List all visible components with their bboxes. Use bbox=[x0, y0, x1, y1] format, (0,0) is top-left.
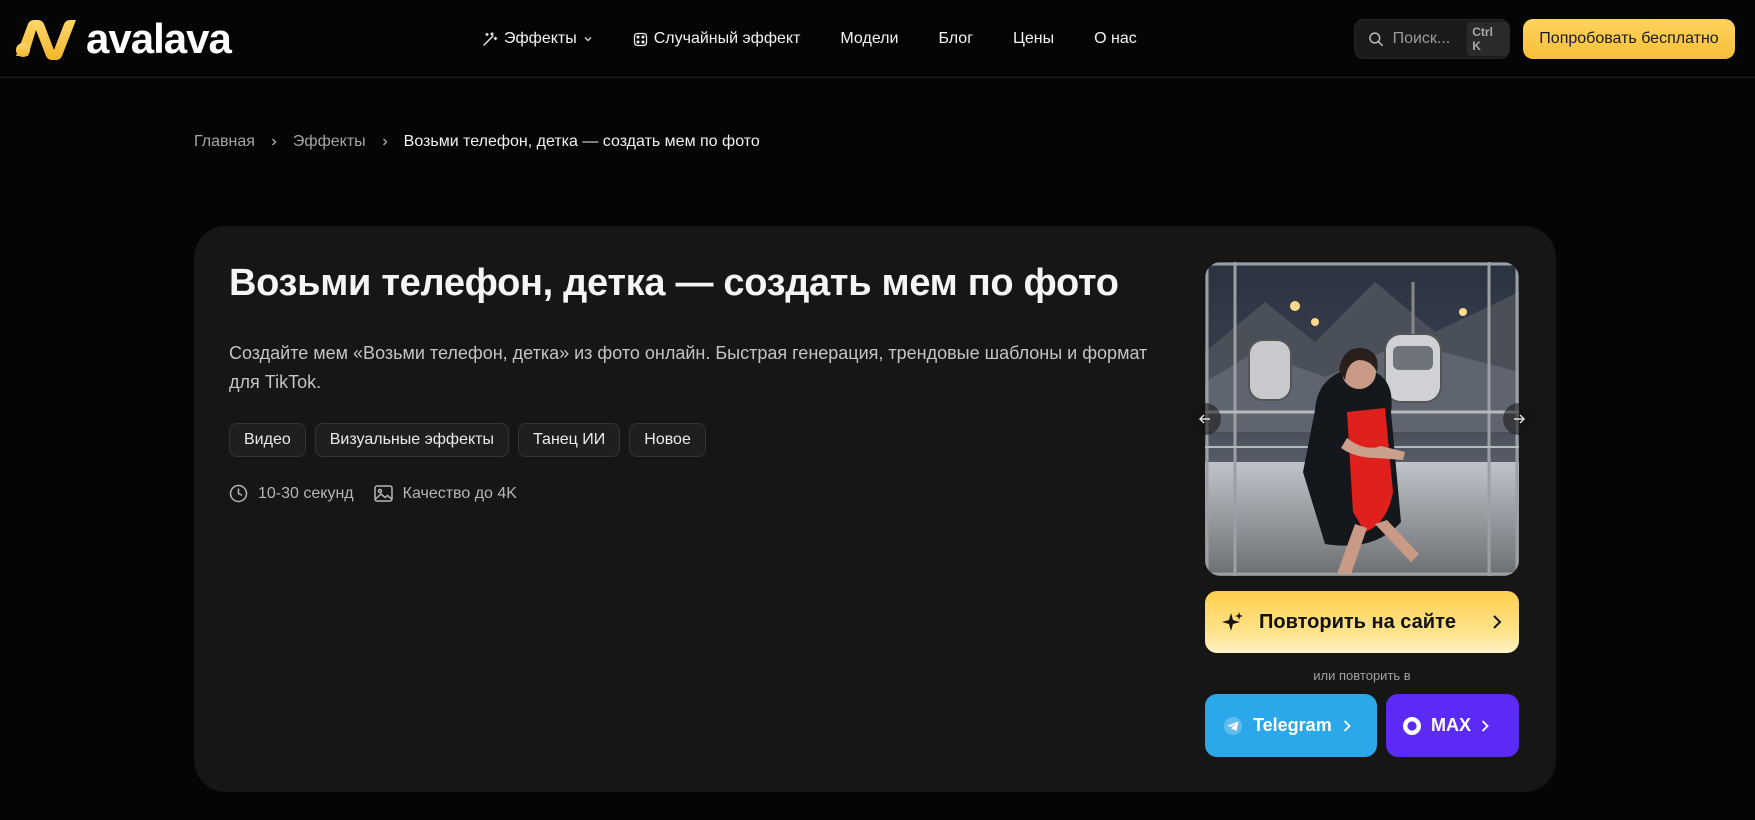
breadcrumb-current: Возьми телефон, детка — создать мем по ф… bbox=[403, 133, 760, 150]
tag-list: Видео Визуальные эффекты Танец ИИ Новое bbox=[229, 423, 706, 457]
logo[interactable]: avalava bbox=[14, 15, 232, 62]
arrow-right-icon bbox=[1514, 414, 1526, 424]
effect-description: Создайте мем «Возьми телефон, детка» из … bbox=[229, 343, 1148, 392]
meta-quality: Качество до 4K bbox=[373, 484, 517, 503]
sparkle-icon bbox=[1222, 612, 1243, 631]
repeat-on-site-button[interactable]: Повторить на сайте bbox=[1205, 591, 1519, 653]
tag-ai-dance[interactable]: Танец ИИ bbox=[517, 423, 621, 457]
clock-icon bbox=[229, 484, 248, 503]
try-free-label: Попробовать бесплатно bbox=[1539, 30, 1719, 47]
nav-effects-label: Эффекты bbox=[504, 30, 577, 47]
search-input[interactable]: Поиск... Ctrl K bbox=[1354, 19, 1510, 59]
effect-preview-image[interactable] bbox=[1205, 262, 1519, 576]
tag-new[interactable]: Новое bbox=[629, 423, 706, 457]
chevron-right-icon bbox=[269, 137, 279, 147]
telegram-label: Telegram bbox=[1253, 715, 1332, 735]
logo-text: avalava bbox=[86, 15, 232, 62]
site-header: avalava Эффекты Случайный эффект Модели … bbox=[0, 0, 1755, 78]
max-logo-icon bbox=[1403, 716, 1421, 735]
breadcrumb: Главная Эффекты Возьми телефон, детка — … bbox=[194, 133, 760, 151]
nav-prices-label: Цены bbox=[1013, 30, 1055, 47]
main-nav: Эффекты Случайный эффект Модели Блог Цен… bbox=[482, 26, 1177, 52]
nav-prices[interactable]: Цены bbox=[1013, 30, 1054, 48]
max-button[interactable]: MAX bbox=[1386, 694, 1519, 757]
search-shortcut: Ctrl K bbox=[1467, 22, 1509, 56]
telegram-button[interactable]: Telegram bbox=[1205, 694, 1377, 757]
chevron-down-icon bbox=[584, 37, 592, 42]
breadcrumb-effects[interactable]: Эффекты bbox=[293, 133, 366, 151]
nav-about[interactable]: О нас bbox=[1094, 30, 1137, 48]
dice-icon bbox=[633, 32, 647, 46]
tag-video[interactable]: Видео bbox=[229, 423, 306, 457]
nav-blog[interactable]: Блог bbox=[938, 30, 973, 48]
chevron-right-icon bbox=[1481, 719, 1489, 732]
max-label: MAX bbox=[1431, 715, 1471, 735]
chevron-right-icon bbox=[1343, 719, 1351, 732]
nav-effects[interactable]: Эффекты bbox=[482, 30, 593, 48]
chevron-right-icon bbox=[380, 137, 390, 147]
arrow-left-icon bbox=[1198, 414, 1210, 424]
breadcrumb-home[interactable]: Главная bbox=[194, 133, 255, 151]
logo-mark-icon bbox=[16, 20, 76, 60]
tag-visual-effects[interactable]: Визуальные эффекты bbox=[314, 423, 509, 457]
meta-duration-text: 10-30 секунд bbox=[258, 484, 354, 502]
nav-random-effect[interactable]: Случайный эффект bbox=[633, 30, 801, 48]
meta-duration: 10-30 секунд bbox=[229, 484, 354, 503]
repeat-on-site-label: Повторить на сайте bbox=[1259, 610, 1456, 633]
search-placeholder: Поиск... bbox=[1392, 30, 1451, 47]
carousel-prev-button[interactable] bbox=[1189, 403, 1221, 435]
chevron-right-icon bbox=[1493, 615, 1502, 629]
preview-illustration bbox=[1205, 262, 1519, 576]
effect-meta: 10-30 секунд Качество до 4K bbox=[229, 484, 537, 503]
or-repeat-text: или повторить в bbox=[1313, 668, 1411, 683]
telegram-icon bbox=[1224, 716, 1242, 735]
try-free-button[interactable]: Попробовать бесплатно bbox=[1523, 19, 1735, 59]
nav-models-label: Модели bbox=[840, 30, 899, 47]
nav-blog-label: Блог bbox=[938, 30, 974, 47]
magic-wand-icon bbox=[483, 32, 498, 46]
effect-card: Возьми телефон, детка — создать мем по ф… bbox=[194, 226, 1556, 792]
page-title: Возьми телефон, детка — создать мем по ф… bbox=[229, 262, 1119, 304]
nav-about-label: О нас bbox=[1094, 30, 1137, 47]
nav-random-effect-label: Случайный эффект bbox=[653, 30, 801, 47]
search-icon bbox=[1369, 32, 1383, 47]
nav-models[interactable]: Модели bbox=[840, 30, 898, 48]
meta-quality-text: Качество до 4K bbox=[402, 484, 517, 502]
image-icon bbox=[373, 485, 393, 502]
carousel-next-button[interactable] bbox=[1503, 403, 1535, 435]
